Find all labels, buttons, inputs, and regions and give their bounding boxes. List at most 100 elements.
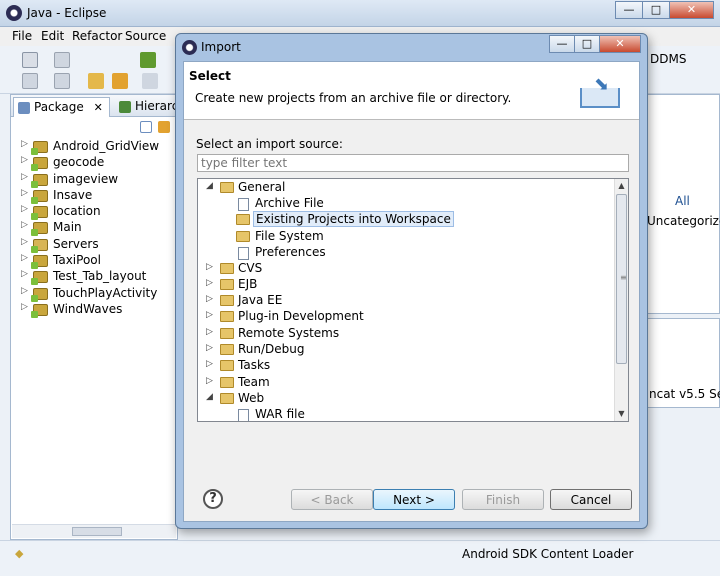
import-arrow-icon: ⬊ — [594, 74, 610, 95]
list-item[interactable]: ▷ TaxiPool — [19, 253, 159, 270]
package-explorer-tabbar: Package ✕ Hierarch — [11, 95, 186, 117]
project-folder-icon — [31, 189, 48, 204]
list-item[interactable]: ▷ Servers — [19, 237, 159, 253]
folder-icon — [220, 311, 234, 322]
war-file-icon — [238, 409, 249, 421]
expand-icon[interactable]: ▷ — [21, 139, 28, 149]
dialog-close-button[interactable]: ✕ — [599, 35, 641, 53]
folder-open-icon — [220, 182, 234, 193]
window-controls: — □ ✕ — [615, 1, 714, 19]
list-item[interactable]: ▷ imageview — [19, 172, 159, 188]
eclipse-logo-icon — [182, 40, 197, 55]
expand-icon[interactable]: ▷ — [21, 172, 28, 182]
folder-icon — [220, 279, 234, 290]
expand-icon[interactable]: ▷ — [206, 376, 213, 386]
project-folder-icon — [31, 173, 48, 188]
new-icon[interactable] — [22, 52, 38, 68]
expand-icon[interactable]: ▷ — [21, 237, 28, 247]
horizontal-scrollbar[interactable] — [12, 524, 176, 538]
all-filter-link[interactable]: All — [675, 194, 690, 208]
tab-package[interactable]: Package ✕ — [13, 97, 110, 117]
folder-icon — [220, 377, 234, 388]
wizard-header: Select Create new projects from an archi… — [184, 62, 639, 120]
new-wizard-icon[interactable]: ◆ — [15, 547, 23, 560]
window-titlebar: Java - Eclipse — □ ✕ — [0, 0, 720, 27]
link-editor-icon[interactable] — [158, 121, 170, 133]
dialog-maximize-button[interactable]: □ — [574, 35, 600, 53]
import-source-tree: ◢ General Archive File Existing Projects… — [197, 178, 629, 422]
dialog-minimize-button[interactable]: — — [549, 35, 575, 53]
expand-icon[interactable]: ▷ — [21, 253, 28, 263]
collapse-all-icon[interactable] — [140, 121, 152, 133]
back-arrow-icon[interactable] — [112, 73, 128, 89]
back-button[interactable]: < Back — [291, 489, 373, 510]
expand-icon[interactable]: ▷ — [21, 204, 28, 214]
menu-edit[interactable]: Edit — [41, 29, 64, 43]
expand-icon[interactable]: ▷ — [206, 310, 213, 320]
list-item[interactable]: ▷ geocode — [19, 155, 159, 172]
list-item[interactable]: ▷ Insave — [19, 188, 159, 204]
maximize-button[interactable]: □ — [642, 1, 670, 19]
expand-icon[interactable]: ▷ — [21, 155, 28, 165]
scroll-up-icon[interactable]: ▲ — [615, 179, 628, 193]
expand-icon[interactable]: ▷ — [206, 327, 213, 337]
grip-icon: ≡ — [620, 273, 627, 282]
filter-input[interactable] — [197, 154, 629, 172]
close-tab-icon[interactable]: ✕ — [94, 101, 103, 114]
server-label[interactable]: ncat v5.5 Se — [649, 387, 720, 401]
search-icon[interactable] — [54, 73, 70, 89]
list-item[interactable]: ▷ Main — [19, 220, 159, 237]
expand-icon[interactable]: ▷ — [206, 262, 213, 272]
menu-source[interactable]: Source — [125, 29, 166, 43]
project-folder-icon — [31, 287, 48, 302]
expand-icon[interactable]: ▷ — [206, 359, 213, 369]
open-type-icon[interactable] — [22, 73, 38, 89]
scrollbar-thumb[interactable]: ≡ — [616, 194, 627, 364]
ddms-perspective-button[interactable]: DDMS — [650, 52, 686, 66]
list-item[interactable]: ▷ Android_GridView — [19, 139, 159, 155]
import-banner-icon: ⬊ — [578, 74, 622, 110]
expand-icon[interactable]: ▷ — [21, 188, 28, 198]
expand-icon[interactable]: ▷ — [21, 286, 28, 296]
menu-refactor[interactable]: Refactor — [72, 29, 122, 43]
expand-icon[interactable]: ▷ — [206, 278, 213, 288]
run-icon[interactable] — [140, 52, 156, 68]
folder-icon — [220, 344, 234, 355]
wizard-page-title: Select — [189, 69, 231, 83]
help-button[interactable]: ? — [203, 489, 223, 509]
expand-icon[interactable]: ▷ — [206, 343, 213, 353]
annotation-icon[interactable] — [88, 73, 104, 89]
folder-icon — [236, 231, 250, 242]
project-folder-icon — [31, 141, 48, 155]
collapse-icon[interactable]: ◢ — [206, 392, 213, 402]
expand-icon[interactable]: ▷ — [21, 302, 28, 312]
folder-icon — [220, 328, 234, 339]
menu-file[interactable]: File — [12, 29, 32, 43]
list-item[interactable]: ▷ Test_Tab_layout — [19, 269, 159, 286]
minimize-button[interactable]: — — [615, 1, 643, 19]
list-item[interactable]: ▷ TouchPlayActivity — [19, 286, 159, 302]
expand-icon[interactable]: ▷ — [21, 269, 28, 279]
close-button[interactable]: ✕ — [669, 1, 714, 19]
forward-arrow-icon[interactable] — [142, 73, 158, 89]
folder-icon — [220, 360, 234, 371]
cancel-button[interactable]: Cancel — [550, 489, 632, 510]
scroll-down-icon[interactable]: ▼ — [615, 407, 628, 421]
dialog-title: Import — [201, 40, 241, 54]
collapse-icon[interactable]: ◢ — [206, 181, 213, 191]
next-button[interactable]: Next > — [373, 489, 455, 510]
project-folder-icon — [31, 222, 48, 237]
wizard-page-description: Create new projects from an archive file… — [195, 91, 512, 105]
package-icon — [18, 102, 30, 114]
preferences-file-icon — [238, 247, 249, 260]
list-item[interactable]: ▷ location — [19, 204, 159, 221]
expand-icon[interactable]: ▷ — [21, 220, 28, 230]
folder-icon — [220, 295, 234, 306]
eclipse-logo-icon — [6, 5, 22, 21]
save-icon[interactable] — [54, 52, 70, 68]
list-item[interactable]: ▷ WindWaves — [19, 302, 159, 318]
finish-button[interactable]: Finish — [462, 489, 544, 510]
tree-vertical-scrollbar[interactable]: ▲ ≡ ▼ — [614, 179, 628, 421]
scrollbar-thumb[interactable] — [72, 527, 122, 536]
expand-icon[interactable]: ▷ — [206, 294, 213, 304]
